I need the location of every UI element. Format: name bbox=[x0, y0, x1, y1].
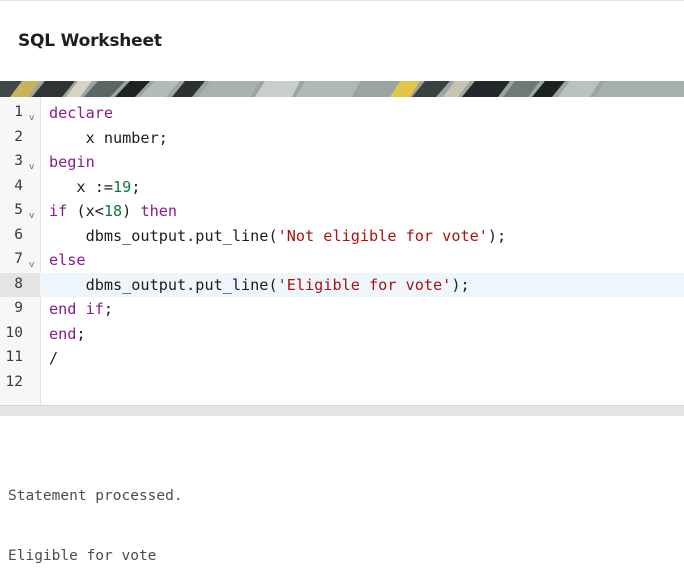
code-token: ); bbox=[487, 226, 507, 245]
code-token: dbms_output.put_line( bbox=[49, 226, 278, 245]
fold-chevron-icon[interactable]: v bbox=[29, 211, 34, 221]
code-line[interactable]: 3 v begin bbox=[0, 150, 684, 175]
keyword-token: then bbox=[140, 202, 178, 220]
code-text: x :=19; bbox=[49, 178, 140, 196]
code-token: ); bbox=[451, 275, 470, 294]
line-number-cell: 12 bbox=[0, 371, 40, 396]
code-token: dbms_output.put_line( bbox=[49, 275, 278, 294]
line-number: 12 bbox=[5, 373, 23, 390]
code-token: ; bbox=[103, 300, 114, 318]
output-line: Statement processed. bbox=[8, 488, 183, 504]
line-number: 7 bbox=[14, 251, 23, 267]
code-line[interactable]: 6 dbms_output.put_line('Not eligible for… bbox=[0, 224, 684, 249]
code-line[interactable]: 12 bbox=[0, 371, 684, 396]
code-text: else bbox=[49, 251, 86, 269]
banner-pattern bbox=[0, 81, 684, 97]
code-text: if (x<18) then bbox=[49, 202, 177, 220]
code-token: x := bbox=[49, 177, 114, 196]
line-number-cell: 11 bbox=[0, 346, 40, 371]
code-line[interactable]: 7 v else bbox=[0, 248, 684, 273]
string-token: 'Eligible for vote' bbox=[277, 275, 452, 294]
code-token: / bbox=[49, 349, 59, 367]
keyword-token: if bbox=[49, 202, 68, 220]
code-token: (x< bbox=[67, 202, 104, 220]
keyword-token: else bbox=[49, 251, 86, 269]
code-line[interactable]: 10 end; bbox=[0, 322, 684, 347]
line-number-cell: 6 bbox=[0, 224, 40, 249]
code-text: end if; bbox=[49, 300, 113, 318]
line-number: 3 bbox=[14, 153, 23, 169]
output-line: Eligible for vote bbox=[8, 548, 157, 564]
code-token: ) bbox=[122, 202, 141, 220]
line-number-cell: 1v bbox=[0, 101, 40, 126]
code-text: dbms_output.put_line('Not eligible for v… bbox=[49, 226, 507, 245]
line-number-cell: 7v bbox=[0, 248, 40, 273]
fold-chevron-icon[interactable]: v bbox=[29, 260, 34, 270]
code-line[interactable]: 8 dbms_output.put_line('Eligible for vot… bbox=[0, 272, 684, 297]
code-line[interactable]: 2 x number; bbox=[0, 126, 684, 151]
keyword-token: declare bbox=[49, 104, 114, 122]
line-number: 11 bbox=[5, 349, 23, 365]
worksheet-header: SQL Worksheet bbox=[0, 1, 684, 81]
code-token: ; bbox=[76, 324, 86, 343]
code-editor[interactable]: 1 v declare 2 x number; 3 v begin 4 x :=19; 5 v if… bbox=[0, 97, 684, 407]
keyword-token: end bbox=[49, 300, 77, 318]
code-text: begin bbox=[49, 153, 95, 171]
line-number-cell: 3v bbox=[0, 150, 40, 175]
code-token: ; bbox=[131, 177, 141, 196]
code-line[interactable]: 5 v if (x<18) then bbox=[0, 199, 684, 224]
page-title: SQL Worksheet bbox=[18, 31, 162, 51]
code-text: x number; bbox=[49, 129, 168, 147]
code-line[interactable]: 9 end if; bbox=[0, 297, 684, 322]
code-token: x number; bbox=[49, 128, 168, 147]
keyword-token: begin bbox=[49, 153, 95, 171]
string-token: 'Not eligible for vote' bbox=[277, 226, 488, 245]
fold-chevron-icon[interactable]: v bbox=[29, 113, 34, 123]
line-number-cell: 4 bbox=[0, 175, 40, 200]
code-line[interactable]: 11 / bbox=[0, 346, 684, 371]
number-token: 19 bbox=[113, 177, 132, 196]
line-number: 10 bbox=[5, 324, 23, 341]
line-number-cell: 2 bbox=[0, 126, 40, 151]
line-number-cell: 5v bbox=[0, 199, 40, 224]
line-number-cell: 9 bbox=[0, 297, 40, 322]
code-text: dbms_output.put_line('Eligible for vote'… bbox=[49, 276, 470, 294]
output-panel: Statement processed. Eligible for vote bbox=[8, 446, 183, 586]
code-line[interactable]: 1 v declare bbox=[0, 101, 684, 126]
keyword-token: if bbox=[85, 300, 104, 318]
horizontal-scrollbar[interactable] bbox=[0, 405, 684, 416]
line-number: 9 bbox=[14, 300, 23, 316]
decorative-banner bbox=[0, 81, 684, 97]
line-number: 8 bbox=[14, 275, 23, 292]
line-number-cell: 10 bbox=[0, 322, 40, 347]
line-number-cell: 8 bbox=[0, 272, 40, 297]
number-token: 18 bbox=[103, 202, 123, 220]
line-number: 1 bbox=[14, 104, 23, 120]
code-text: end; bbox=[49, 325, 86, 343]
keyword-token: end bbox=[49, 324, 77, 343]
code-text: / bbox=[49, 349, 58, 367]
line-number: 6 bbox=[14, 226, 23, 243]
line-number: 4 bbox=[14, 177, 23, 194]
line-number: 5 bbox=[14, 202, 23, 218]
code-text: declare bbox=[49, 104, 113, 122]
fold-chevron-icon[interactable]: v bbox=[29, 162, 34, 172]
line-number: 2 bbox=[14, 128, 23, 145]
code-line[interactable]: 4 x :=19; bbox=[0, 175, 684, 200]
